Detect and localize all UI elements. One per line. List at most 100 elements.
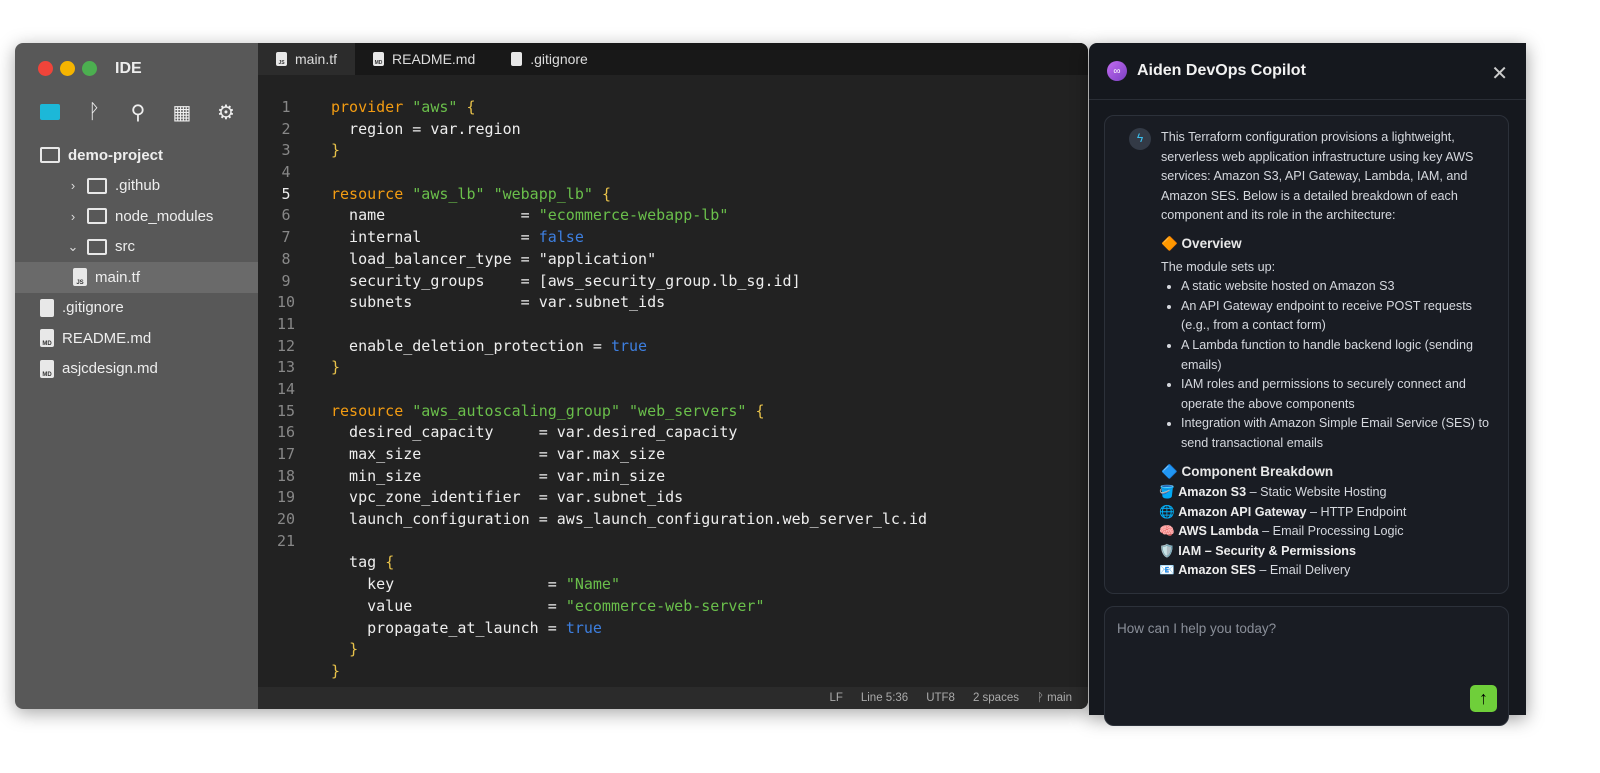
- status-item[interactable]: ᚹ main: [1037, 692, 1072, 704]
- line-text: load_balancer_type = "application": [316, 250, 656, 272]
- tree-item[interactable]: JS main.tf: [15, 262, 258, 293]
- line-text: min_size = var.min_size: [316, 467, 665, 489]
- tree-item[interactable]: › node_modules: [15, 201, 258, 232]
- line-number: 10: [276, 293, 296, 312]
- folder-icon: [40, 147, 60, 164]
- line-number: 18: [276, 466, 296, 485]
- status-item[interactable]: LF: [829, 692, 842, 704]
- tree-item[interactable]: › .github: [15, 171, 258, 202]
- line-number: 7: [281, 228, 291, 247]
- overview-lead: The module sets up:: [1161, 259, 1276, 274]
- code-area[interactable]: 1 provider "aws" {2 region = var.region 3}…: [258, 98, 927, 684]
- code-token: tag: [331, 553, 386, 572]
- line-text: }: [316, 141, 340, 163]
- code-token: max_size = var.max_size: [331, 445, 666, 463]
- tab-label: main.tf: [295, 51, 338, 67]
- overview-heading: 🔶 Overview: [1161, 235, 1242, 251]
- code-token: }: [349, 640, 359, 659]
- chevron-icon: ›: [70, 208, 76, 224]
- code-token: internal =: [331, 228, 539, 247]
- line-text: [316, 163, 331, 185]
- code-token: region = var.region: [331, 119, 521, 138]
- code-line: 18 min_size = var.min_size: [258, 467, 927, 489]
- file-icon: MD: [40, 329, 54, 348]
- component-item: 🪣 Amazon S3 – Static Website Hosting: [1159, 483, 1490, 503]
- tab-READMEmd[interactable]: MD README.md: [355, 43, 493, 75]
- code-line: 3}: [258, 141, 927, 163]
- send-button[interactable]: ↑: [1470, 685, 1497, 712]
- code-token: desired_capacity = var.desired_capacity: [331, 423, 738, 442]
- line-text: [316, 532, 331, 554]
- status-item[interactable]: Line 5:36: [861, 692, 908, 704]
- component-desc: – HTTP Endpoint: [1306, 504, 1407, 519]
- tree-item[interactable]: MD README.md: [15, 323, 258, 354]
- code-token: "ecommerce-webapp-lb": [538, 206, 729, 225]
- line-number: 21: [276, 531, 296, 550]
- folder-icon: [87, 208, 107, 225]
- tree-item-label: .gitignore: [62, 299, 124, 317]
- line-text: key = "Name": [316, 575, 620, 597]
- status-item[interactable]: UTF8: [926, 692, 955, 704]
- code-token: key =: [331, 575, 566, 594]
- tab-maintf[interactable]: JS main.tf: [258, 43, 356, 75]
- code-line: 7 internal = false: [258, 228, 927, 250]
- code-token: }: [331, 358, 341, 377]
- line-text: propagate_at_launch = true: [316, 619, 602, 641]
- minimize-window-button[interactable]: [60, 61, 75, 76]
- tree-item[interactable]: .gitignore: [15, 293, 258, 324]
- git-branch-icon[interactable]: ᚹ: [83, 101, 105, 123]
- line-number: [256, 575, 316, 597]
- code-token: min_size = var.min_size: [331, 466, 666, 485]
- tab-gitignore[interactable]: .gitignore: [493, 43, 606, 75]
- line-text: internal = false: [316, 228, 584, 250]
- code-token: {: [385, 553, 395, 572]
- line-number: 14: [276, 379, 296, 398]
- line-text: name = "ecommerce-webapp-lb": [316, 206, 728, 228]
- line-number: 6: [281, 206, 291, 225]
- maximize-window-button[interactable]: [82, 61, 97, 76]
- arrow-up-icon: ↑: [1479, 688, 1488, 708]
- chat-input[interactable]: How can I help you today?: [1104, 606, 1509, 726]
- code-token: provider: [331, 98, 404, 116]
- line-number: 8: [281, 249, 291, 268]
- component-emoji: 🪣: [1159, 485, 1175, 500]
- line-text: [316, 315, 331, 337]
- tab-bar: JS main.tf MD README.md .gitignore: [258, 43, 1088, 75]
- line-number: 15: [276, 401, 296, 420]
- code-line: 5 resource "aws_lb" "webapp_lb" {: [258, 185, 927, 207]
- component-name: Amazon S3: [1178, 485, 1247, 500]
- code-token: }: [331, 661, 341, 680]
- code-token: launch_configuration = aws_launch_config…: [331, 510, 928, 529]
- intro-text: This Terraform configuration provisions …: [1161, 130, 1474, 223]
- line-text: launch_configuration = aws_launch_config…: [316, 510, 927, 532]
- overview-item: A static website hosted on Amazon S3: [1181, 277, 1490, 297]
- tree-item[interactable]: ⌄ src: [15, 232, 258, 263]
- line-number: 19: [276, 488, 296, 507]
- copilot-title: Aiden DevOps Copilot: [1137, 62, 1306, 79]
- gear-icon[interactable]: ⚙: [215, 101, 237, 124]
- code-line: 13}: [258, 358, 927, 380]
- extensions-icon[interactable]: ▦: [171, 101, 193, 124]
- line-text: resource "aws_autoscaling_group" "web_se…: [316, 402, 765, 424]
- line-text: provider "aws" {: [316, 98, 476, 120]
- line-text: }: [316, 662, 340, 684]
- code-line: 15 resource "aws_autoscaling_group" "web_…: [258, 402, 927, 424]
- search-icon[interactable]: ⚲: [127, 101, 149, 124]
- close-icon[interactable]: ✕: [1491, 61, 1508, 86]
- component-item: 🧠 AWS Lambda – Email Processing Logic: [1159, 522, 1490, 542]
- tree-item[interactable]: MD asjcdesign.md: [15, 354, 258, 385]
- component-item: 🛡️ IAM – Security & Permissions: [1159, 542, 1490, 562]
- overview-item: An API Gateway endpoint to receive POST …: [1181, 297, 1490, 336]
- code-token: load_balancer_type = "application": [331, 249, 657, 268]
- line-text: vpc_zone_identifier = var.subnet_ids: [316, 488, 683, 510]
- status-item[interactable]: 2 spaces: [973, 692, 1019, 704]
- component-item: 🌐 Amazon API Gateway – HTTP Endpoint: [1159, 503, 1490, 523]
- code-token: name =: [331, 206, 539, 225]
- close-window-button[interactable]: [38, 61, 53, 76]
- tree-item[interactable]: demo-project: [15, 140, 258, 171]
- folder-icon[interactable]: [39, 101, 61, 123]
- code-line: propagate_at_launch = true: [258, 619, 927, 641]
- line-number: [256, 662, 316, 684]
